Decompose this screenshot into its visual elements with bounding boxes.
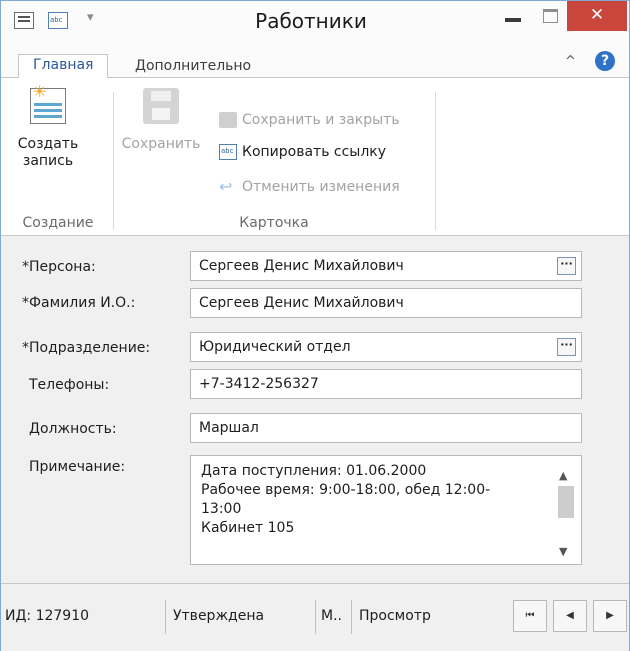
phones-field[interactable]: +7-3412-256327 xyxy=(190,369,582,399)
previous-record-icon: ◀ xyxy=(566,610,574,621)
status-separator xyxy=(351,600,352,634)
person-label: *Персона: xyxy=(22,259,96,275)
scroll-down-icon[interactable]: ▼ xyxy=(559,542,567,561)
scroll-up-icon[interactable]: ▲ xyxy=(559,466,567,485)
next-record-button[interactable]: ▶ xyxy=(593,600,627,632)
save-and-close-button[interactable]: Сохранить и закрыть xyxy=(219,108,400,132)
position-field[interactable]: Маршал xyxy=(190,413,582,443)
status-separator xyxy=(315,600,316,634)
note-label: Примечание: xyxy=(29,459,126,475)
undo-label: Отменить изменения xyxy=(242,179,400,195)
title-bar: abc ▾ Работники ✕ xyxy=(1,1,629,44)
collapse-ribbon-icon[interactable]: ^ xyxy=(565,54,576,69)
note-line: Кабинет 105 xyxy=(201,520,295,536)
group-label-create: Создание xyxy=(22,215,94,231)
department-field[interactable]: Юридический отдел ··· xyxy=(190,332,582,362)
department-lookup-button[interactable]: ··· xyxy=(557,338,576,356)
copy-link-quick-icon[interactable]: abc xyxy=(48,12,68,29)
status-mode: Просмотр xyxy=(359,608,431,624)
position-value: Маршал xyxy=(199,420,259,436)
abc-text: abc xyxy=(50,16,63,24)
quick-access-dropdown-icon[interactable]: ▾ xyxy=(87,10,94,25)
note-scrollbar[interactable]: ▲ ▼ xyxy=(555,460,577,560)
status-short: М.. xyxy=(321,608,342,624)
tab-additional[interactable]: Дополнительно xyxy=(135,56,251,79)
status-bar: ИД: 127910 Утверждена М.. Просмотр ⏮ ◀ ▶ xyxy=(1,583,629,651)
create-label-line1: Создать xyxy=(17,136,79,152)
ribbon-separator xyxy=(113,92,114,230)
phones-label: Телефоны: xyxy=(29,377,110,393)
phones-value: +7-3412-256327 xyxy=(199,376,319,392)
status-separator xyxy=(165,600,166,634)
close-button[interactable]: ✕ xyxy=(567,1,627,31)
short-name-field[interactable]: Сергеев Денис Михайлович xyxy=(190,288,582,318)
short-name-label: *Фамилия И.О.: xyxy=(22,295,136,311)
note-line: Рабочее время: 9:00-18:00, обед 12:00- xyxy=(201,482,491,498)
help-icon[interactable]: ? xyxy=(595,51,615,71)
note-line: 13:00 xyxy=(201,501,242,517)
first-record-button[interactable]: ⏮ xyxy=(513,600,547,632)
department-label: *Подразделение: xyxy=(22,340,151,356)
person-lookup-button[interactable]: ··· xyxy=(557,257,576,275)
ribbon-separator xyxy=(435,92,436,230)
person-field[interactable]: Сергеев Денис Михайлович ··· xyxy=(190,251,582,281)
save-label: Сохранить xyxy=(121,136,201,152)
first-record-icon: ⏮ xyxy=(525,610,535,621)
undo-changes-button[interactable]: ↩ Отменить изменения xyxy=(219,175,400,199)
ribbon: Создать запись Сохранить Сохранить и зак… xyxy=(1,78,629,236)
department-value: Юридический отдел xyxy=(199,339,351,355)
status-id: ИД: 127910 xyxy=(5,608,90,624)
document-icon[interactable] xyxy=(14,12,34,29)
new-record-icon xyxy=(30,83,66,124)
previous-record-button[interactable]: ◀ xyxy=(553,600,587,632)
create-record-button[interactable]: Создать запись xyxy=(13,82,83,170)
copy-link-label: Копировать ссылку xyxy=(242,144,387,160)
tab-home[interactable]: Главная xyxy=(18,54,109,79)
create-label-line2: запись xyxy=(22,153,74,169)
note-textarea[interactable]: Дата поступления: 01.06.2000 Рабочее вре… xyxy=(190,455,582,565)
window-title: Работники xyxy=(255,9,367,33)
status-state: Утверждена xyxy=(173,608,265,624)
copy-link-button[interactable]: abc Копировать ссылку xyxy=(219,140,386,164)
undo-icon: ↩ xyxy=(219,177,233,196)
ribbon-tabs: Главная Дополнительно ^ ? xyxy=(1,44,629,79)
save-button[interactable]: Сохранить xyxy=(119,82,203,153)
scroll-thumb[interactable] xyxy=(558,486,574,518)
window: abc ▾ Работники ✕ Главная Дополнительно … xyxy=(0,0,630,651)
save-close-icon xyxy=(219,112,237,128)
person-value: Сергеев Денис Михайлович xyxy=(199,258,404,274)
abc-text: abc xyxy=(221,147,234,155)
copy-link-icon: abc xyxy=(219,144,237,160)
save-icon xyxy=(143,88,179,124)
group-label-card: Карточка xyxy=(239,215,309,231)
position-label: Должность: xyxy=(29,421,117,437)
note-line: Дата поступления: 01.06.2000 xyxy=(201,463,427,479)
short-name-value: Сергеев Денис Михайлович xyxy=(199,295,404,311)
next-record-icon: ▶ xyxy=(606,610,614,621)
save-close-label: Сохранить и закрыть xyxy=(242,112,400,128)
employee-form: *Персона: Сергеев Денис Михайлович ··· *… xyxy=(1,237,629,583)
